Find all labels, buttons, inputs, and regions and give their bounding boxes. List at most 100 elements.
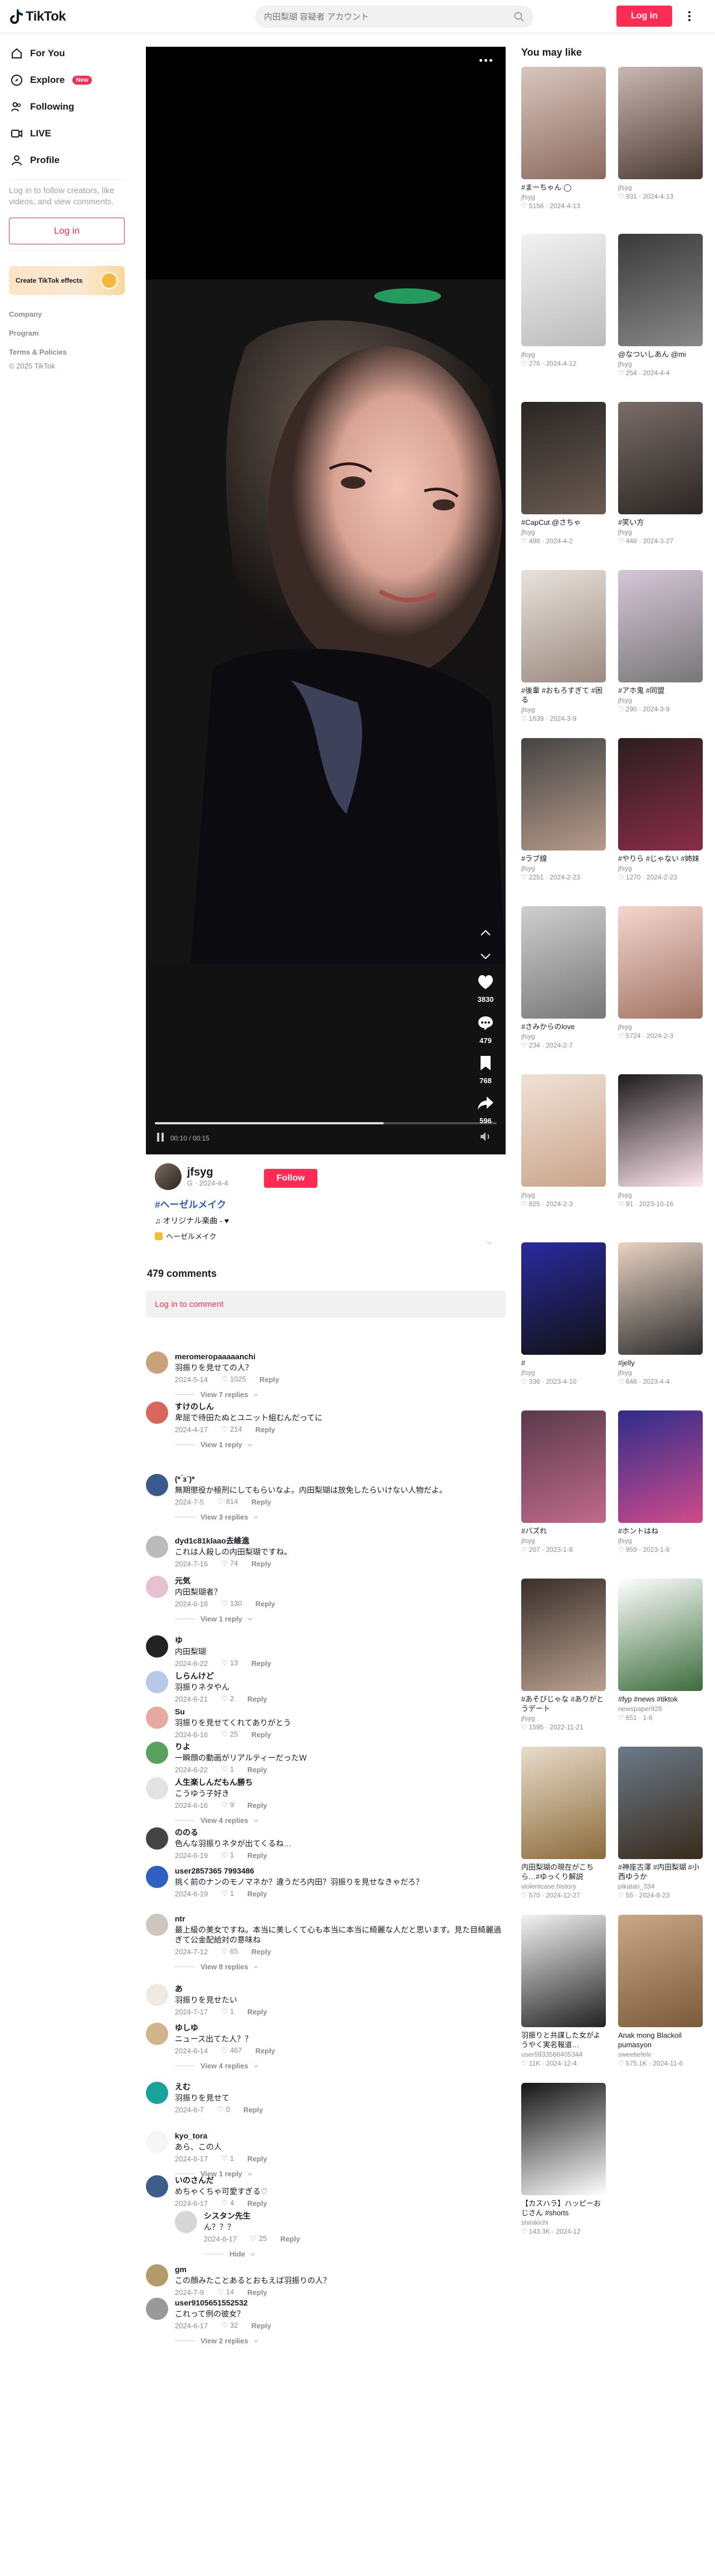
comment-like-count[interactable]: 65	[221, 1947, 238, 1956]
recommended-video-card[interactable]: #ホントはねjfsyg959 · 2023-1-8	[618, 1410, 703, 1554]
chevron-down-icon[interactable]: ⌵	[487, 1238, 492, 1246]
recommended-video-card[interactable]: #神座古澤 #内田梨瑚 #小西ゆうかpikatan_33455 · 2024-8…	[618, 1747, 703, 1899]
reply-link[interactable]: Reply	[243, 2106, 263, 2114]
commenter-avatar[interactable]	[146, 2082, 168, 2104]
video-title[interactable]: #まーちゃん ◯	[521, 183, 606, 192]
video-author[interactable]: pikatan_334	[618, 1882, 703, 1890]
video-thumbnail[interactable]	[521, 2083, 606, 2195]
reply-link[interactable]: Reply	[247, 2288, 267, 2297]
commenter-avatar[interactable]	[146, 1576, 168, 1598]
commenter-name[interactable]: えむ	[175, 2082, 506, 2092]
video-title[interactable]: #fyp #news #tiktok	[618, 1694, 703, 1704]
commenter-name[interactable]: すけのしん	[175, 1402, 506, 1412]
commenter-avatar[interactable]	[146, 2264, 168, 2287]
recommended-video-card[interactable]: 羽振りと共謀した女がようやく実名報道… user593356640534411K …	[521, 1915, 606, 2067]
video-thumbnail[interactable]	[618, 1074, 703, 1187]
tiktok-logo[interactable]: TikTok	[9, 8, 66, 26]
video-author[interactable]: shinikichi	[521, 2219, 606, 2226]
commenter-avatar[interactable]	[146, 2175, 168, 2198]
nav-for-you[interactable]: For You	[0, 40, 134, 67]
reply-link[interactable]: Reply	[247, 1890, 267, 1898]
video-thumbnail[interactable]	[521, 1410, 606, 1523]
commenter-name[interactable]: いのさんだ	[175, 2175, 506, 2185]
reply-link[interactable]: Reply	[251, 1659, 271, 1668]
video-title[interactable]: #	[521, 1358, 606, 1368]
video-author[interactable]: jfsyg	[521, 1714, 606, 1722]
view-replies-link[interactable]: View 2 replies ⌵	[175, 2337, 506, 2345]
video-player[interactable]: 3830 479 768 596 00:10 / 00:15	[146, 47, 506, 1154]
video-thumbnail[interactable]	[521, 570, 606, 682]
comment-like-count[interactable]: 1	[221, 1889, 234, 1898]
commenter-name[interactable]: (* ́з`)*	[175, 1474, 506, 1484]
video-thumbnail[interactable]	[618, 67, 703, 179]
more-options-icon[interactable]	[683, 8, 696, 24]
reply-link[interactable]: Reply	[256, 1600, 275, 1608]
next-video-button[interactable]	[473, 945, 498, 970]
commenter-avatar[interactable]	[146, 1402, 168, 1424]
footer-link-company[interactable]: Company	[9, 305, 125, 324]
video-author[interactable]: jfsyg	[618, 1023, 703, 1031]
commenter-name[interactable]: dyd1c81klaao去維進	[175, 1536, 506, 1546]
reply-link[interactable]: Reply	[247, 1801, 267, 1810]
sidebar-login-button[interactable]: Log in	[9, 218, 125, 244]
recommended-video-card[interactable]: #バズれjfsyg207 · 2023-1-8	[521, 1410, 606, 1554]
commenter-avatar[interactable]	[175, 2211, 197, 2233]
like-button[interactable]: 3830	[473, 971, 498, 1004]
comment-like-count[interactable]: 1025	[221, 1375, 246, 1384]
recommended-video-card[interactable]: #後輩 #おもろすぎて #困るjfsyg1639 · 2024-3-9	[521, 570, 606, 722]
commenter-name[interactable]: kyo_tora	[175, 2131, 506, 2141]
recommended-video-card[interactable]: 内田梨瑚の現在がこちら…#ゆっくり解説violentcase.history57…	[521, 1747, 606, 1899]
video-author[interactable]: jfsyg	[521, 351, 606, 358]
commenter-name[interactable]: ののる	[175, 1827, 506, 1837]
reply-link[interactable]: Reply	[256, 2047, 275, 2055]
commenter-avatar[interactable]	[146, 1866, 168, 1888]
recommended-video-card[interactable]: #あそびじゃな #ありがとうデートjfsyg1595 · 2022-11-21	[521, 1579, 606, 1731]
comment-like-count[interactable]: 814	[217, 1497, 238, 1506]
recommended-video-card[interactable]: #jellyjfsyg648 · 2023-4-4	[618, 1242, 703, 1385]
search-icon[interactable]	[513, 11, 525, 22]
commenter-avatar[interactable]	[146, 2131, 168, 2153]
view-replies-link[interactable]: View 4 replies ⌵	[175, 2062, 506, 2070]
video-author[interactable]: jfsyg	[618, 696, 703, 704]
reply-link[interactable]: Reply	[247, 1766, 267, 1774]
video-thumbnail[interactable]	[618, 1915, 703, 2027]
video-author[interactable]: jfsyg	[618, 864, 703, 872]
video-title[interactable]: #神座古澤 #内田梨瑚 #小西ゆうか	[618, 1862, 703, 1881]
comment-like-count[interactable]: 130	[221, 1599, 242, 1608]
video-author[interactable]: jfsyg	[521, 1033, 606, 1040]
search-bar[interactable]	[255, 6, 533, 28]
author-name[interactable]: jfsyg	[187, 1166, 228, 1179]
commenter-avatar[interactable]	[146, 2298, 168, 2320]
recommended-video-card[interactable]: #笑い方jfsyg448 · 2024-3-27	[618, 402, 703, 545]
view-replies-link[interactable]: View 4 replies ⌵	[175, 1816, 506, 1825]
video-author[interactable]: jfsyg	[521, 1191, 606, 1199]
video-title[interactable]: 羽振りと共謀した女がようやく実名報道…	[521, 2031, 606, 2049]
video-title[interactable]: Anak mong Blackoil pumasyon	[618, 2031, 703, 2049]
recommended-video-card[interactable]: @なついしあん @mijfsyg254 · 2024-4-4	[618, 234, 703, 377]
comment-like-count[interactable]: 32	[221, 2321, 238, 2330]
comment-like-count[interactable]: 74	[221, 1559, 238, 1568]
music-line[interactable]: ♫ オリジナル楽曲 - ♥	[146, 1211, 506, 1226]
login-to-comment-button[interactable]: Log in to comment	[146, 1291, 506, 1318]
video-thumbnail[interactable]	[618, 1747, 703, 1859]
nav-live[interactable]: LIVE	[0, 120, 134, 147]
prev-video-button[interactable]	[473, 922, 498, 946]
video-title[interactable]: #バズれ	[521, 1526, 606, 1536]
video-thumbnail[interactable]	[521, 67, 606, 179]
reply-link[interactable]: Reply	[251, 1948, 271, 1956]
comment-like-count[interactable]: 9	[221, 1801, 234, 1810]
video-title[interactable]: #ホントはね	[618, 1526, 703, 1536]
video-thumbnail[interactable]	[521, 1579, 606, 1691]
comment-like-count[interactable]: 25	[250, 2234, 267, 2243]
create-effects-banner[interactable]: Create TikTok effects	[9, 266, 125, 295]
commenter-name[interactable]: meromeropaaaaanchi	[175, 1351, 506, 1361]
save-button[interactable]: 768	[473, 1052, 498, 1085]
author-avatar[interactable]	[155, 1163, 182, 1190]
video-title[interactable]: 【カスハラ】ハッピーおじさん #shorts	[521, 2199, 606, 2218]
reply-link[interactable]: Reply	[251, 1560, 271, 1568]
view-replies-link[interactable]: View 8 replies ⌵	[175, 1963, 506, 1971]
commenter-avatar[interactable]	[146, 1777, 168, 1800]
commenter-name[interactable]: シスタン先生	[204, 2211, 535, 2221]
recommended-video-card[interactable]: #やりら #じゃない #姉妹jfsyg1270 · 2024-2-23	[618, 738, 703, 881]
video-caption-hashtag[interactable]: #ヘーゼルメイク	[146, 1192, 506, 1211]
